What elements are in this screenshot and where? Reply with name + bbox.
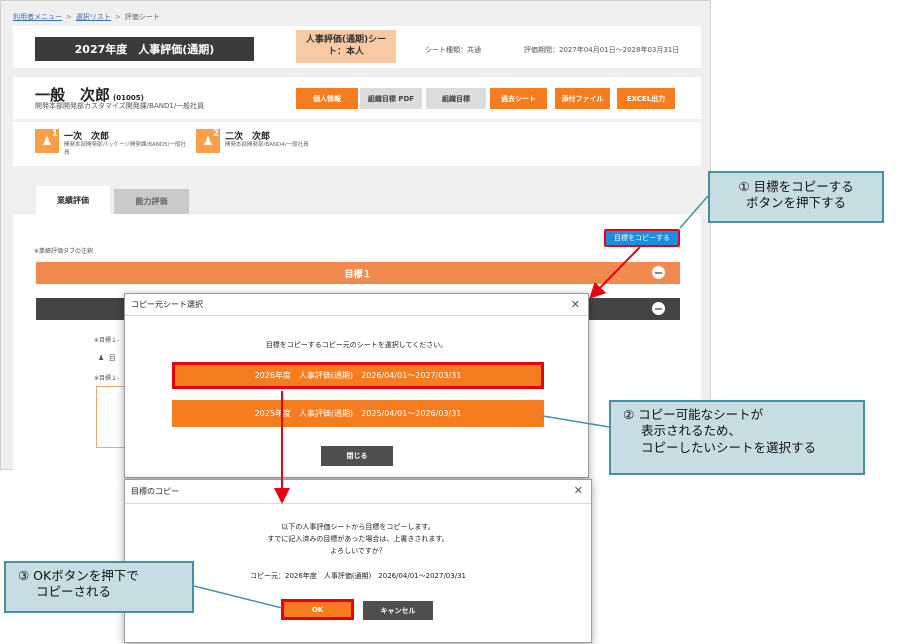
goal-item-label: ♟ 目 — [98, 353, 116, 363]
modal-title: コピー元シート選択 — [131, 300, 203, 309]
user-icon: ♟ 1 — [35, 129, 59, 153]
copy-confirm-modal: 目標のコピー ✕ 以下の人事評価シートから目標をコピーします。 すでに記入済みの… — [124, 479, 592, 643]
evaluator-name: 一次 次郎 — [64, 132, 110, 142]
evaluator-department: 開発本部開発部/BAND4/一般社員 — [225, 142, 309, 148]
callout-text: コピーしたいシートを選択する — [641, 439, 817, 455]
breadcrumb-separator: > — [66, 13, 72, 21]
breadcrumb-separator: > — [114, 13, 121, 21]
second-evaluator: ♟ 2 二次 次郎 開発本部開発部/BAND4/一般社員 — [196, 129, 347, 153]
sheet-option-2025[interactable]: 2025年度 人事評価(通期) 2025/04/01～2026/03/31 — [172, 400, 544, 427]
sheet-header-card: 2027年度 人事評価(通期) 人事評価(通期)シート：本人 シート種類：共通 … — [13, 26, 701, 68]
breadcrumb-user-menu[interactable]: 利用者メニュー — [13, 13, 62, 21]
evaluation-period-meta: 評価期間：2027年04月01日～2028年03月31日 — [524, 46, 680, 54]
org-goal-button[interactable]: 組織目標 — [426, 88, 486, 109]
close-icon[interactable]: ✕ — [574, 484, 583, 497]
modal-title: 目標のコピー — [131, 487, 179, 496]
cancel-button[interactable]: キャンセル — [363, 601, 433, 620]
copy-source-text: コピー元：2026年度 人事評価(通期) 2026/04/01～2027/03/… — [250, 572, 466, 580]
confirm-line-3: よろしいですか？ — [330, 547, 386, 555]
goal-item-text: 目 — [108, 354, 116, 362]
ok-button[interactable]: OK — [281, 599, 354, 620]
collapse-icon[interactable] — [652, 302, 665, 315]
user-info-card: 一般 次郎 (01005) 開発本部開発部カスタマイズ開発課/BAND1/一般社員… — [13, 77, 701, 119]
first-evaluator: ♟ 1 一次 次郎 開発本部開発部パッケージ開発課/BAND5/一般社員 — [35, 129, 186, 157]
org-goal-pdf-button[interactable]: 組織目標 PDF — [360, 88, 422, 109]
user-department: 開発本部開発部カスタマイズ開発課/BAND1/一般社員 — [35, 102, 205, 110]
callout-step-2: ② コピー可能なシートが 表示されるため、 コピーしたいシートを選択する — [609, 400, 865, 475]
tab-ability[interactable]: 能力評価 — [114, 189, 189, 214]
callout-text: 表示されるため、 — [641, 423, 742, 439]
modal-message: 目標をコピーするコピー元のシートを選択してください。 — [265, 341, 448, 349]
sheet-title: 2027年度 人事評価(通期) — [35, 37, 254, 61]
callout-step-3: ③ OKボタンを押下で コピーされる — [4, 561, 194, 613]
callout-text: コピーされる — [36, 584, 112, 600]
callout-text: ボタンを押下する — [745, 195, 846, 211]
modal-header: コピー元シート選択 ✕ — [125, 294, 588, 316]
evaluator-level: 2 — [212, 129, 219, 139]
attachments-button[interactable]: 添付ファイル — [555, 88, 610, 109]
breadcrumb-current: 評価シート — [124, 13, 160, 21]
copy-source-modal: コピー元シート選択 ✕ 目標をコピーするコピー元のシートを選択してください。 2… — [124, 293, 589, 478]
sheet-type-meta: シート種類：共通 — [425, 46, 481, 54]
tab-performance[interactable]: 業績評価 — [36, 186, 110, 214]
evaluator-level: 1 — [51, 129, 58, 139]
evaluators-card: ♟ 1 一次 次郎 開発本部開発部パッケージ開発課/BAND5/一般社員 ♟ 2 二… — [13, 122, 701, 166]
callout-text: ② コピー可能なシートが — [623, 407, 764, 422]
goal-note: ※目標１- — [94, 337, 120, 344]
callout-text: ③ OKボタンを押下で — [18, 568, 139, 583]
person-icon: ♟ — [98, 354, 105, 362]
personal-info-button[interactable]: 個人情報 — [296, 88, 358, 109]
confirm-line-1: 以下の人事評価シートから目標をコピーします。 — [281, 523, 435, 531]
past-sheet-button[interactable]: 過去シート — [490, 88, 547, 109]
close-icon[interactable]: ✕ — [571, 298, 580, 311]
collapse-icon[interactable] — [652, 266, 665, 279]
goal-note: ※目標１- — [94, 375, 120, 382]
user-icon: ♟ 2 — [196, 129, 220, 153]
modal-header: 目標のコピー ✕ — [125, 480, 591, 504]
breadcrumb: 利用者メニュー > 選択リスト > 評価シート — [13, 12, 160, 22]
copy-goal-button[interactable]: 目標をコピーする — [604, 229, 680, 247]
goal-text-area[interactable] — [96, 386, 126, 448]
tab-note: ※業績評価タブの注釈 — [34, 248, 94, 255]
sheet-type-badge: 人事評価(通期)シート：本人 — [296, 30, 396, 63]
callout-text: ① 目標をコピーする — [738, 179, 854, 194]
confirm-line-2: すでに記入済みの目標があった場合は、上書きされます。 — [267, 535, 449, 543]
callout-step-1: ① 目標をコピーする ボタンを押下する — [708, 171, 884, 223]
excel-output-button[interactable]: EXCEL出力 — [617, 88, 675, 109]
breadcrumb-selection-list[interactable]: 選択リスト — [76, 13, 111, 21]
goal-1-header[interactable]: 目標１ — [36, 262, 680, 284]
evaluator-name: 二次 次郎 — [225, 132, 271, 142]
evaluator-department: 開発本部開発部パッケージ開発課/BAND5/一般社員 — [64, 142, 186, 156]
close-button[interactable]: 閉じる — [321, 446, 393, 466]
sheet-option-2026[interactable]: 2026年度 人事評価(通期) 2026/04/01～2027/03/31 — [172, 362, 544, 389]
stage: 利用者メニュー > 選択リスト > 評価シート 2027年度 人事評価(通期) 人事評価… — [0, 0, 904, 644]
